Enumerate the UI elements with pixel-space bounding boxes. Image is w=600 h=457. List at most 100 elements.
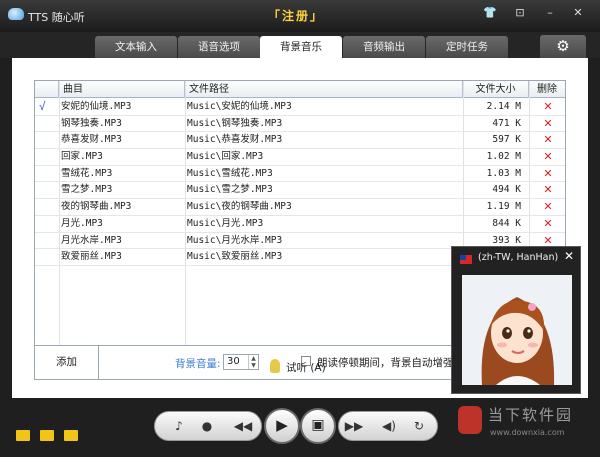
track-path: Music\雪之梦.MP3 bbox=[187, 184, 273, 196]
track-name: 钢琴独奏.MP3 bbox=[61, 117, 122, 129]
paste-icon[interactable] bbox=[40, 430, 54, 441]
delete-icon[interactable]: ✕ bbox=[531, 99, 565, 115]
delete-icon[interactable]: ✕ bbox=[531, 182, 565, 198]
table-row[interactable]: 回家.MP3 Music\回家.MP3 1.02 M ✕ bbox=[35, 149, 565, 166]
flag-icon bbox=[460, 255, 472, 264]
delete-icon[interactable]: ✕ bbox=[531, 166, 565, 182]
track-size: 1.02 M bbox=[486, 151, 521, 163]
table-row[interactable]: √ 安妮的仙境.MP3 Music\安妮的仙境.MP3 2.14 M ✕ bbox=[35, 99, 565, 116]
track-name: 安妮的仙境.MP3 bbox=[61, 101, 132, 112]
forward-button[interactable]: ▶▶ bbox=[343, 412, 365, 440]
close-button[interactable]: ✕ bbox=[570, 6, 586, 19]
mini-mode-icon[interactable]: ⊡ bbox=[512, 6, 528, 19]
track-size: 844 K bbox=[492, 217, 521, 229]
skin-icon[interactable]: 👕 bbox=[482, 6, 498, 19]
header-size[interactable]: 文件大小 bbox=[463, 81, 529, 98]
track-size: 1.19 M bbox=[486, 201, 521, 213]
header-delete[interactable]: 删除 bbox=[529, 81, 565, 98]
playing-check-icon bbox=[39, 249, 57, 265]
track-path: Music\雪绒花.MP3 bbox=[187, 167, 273, 179]
tab-background-music[interactable]: 背景音乐 bbox=[260, 36, 342, 58]
track-path: Music\月光.MP3 bbox=[187, 217, 264, 229]
keyboard-icon[interactable] bbox=[64, 430, 78, 441]
volume-icon[interactable]: ◀) bbox=[379, 412, 399, 440]
auto-boost-label: 朗读停顿期间，背景自动增强 bbox=[317, 357, 454, 369]
watermark: 当下软件园 www.downxia.com bbox=[452, 404, 592, 444]
table-body: √ 安妮的仙境.MP3 Music\安妮的仙境.MP3 2.14 M ✕ 钢琴独… bbox=[35, 99, 565, 266]
player-controls-left: ♪ ● ◀◀ bbox=[154, 411, 262, 441]
volume-stepper[interactable]: 30 ▲ ▼ bbox=[223, 354, 259, 370]
track-path: Music\安妮的仙境.MP3 bbox=[187, 101, 292, 112]
track-name: 月光.MP3 bbox=[61, 217, 103, 229]
delete-icon[interactable]: ✕ bbox=[531, 116, 565, 132]
table-row[interactable]: 夜的钢琴曲.MP3 Music\夜的钢琴曲.MP3 1.19 M ✕ bbox=[35, 199, 565, 216]
settings-button[interactable]: ⚙ bbox=[540, 35, 586, 58]
tab-audio-output[interactable]: 音频输出 bbox=[343, 36, 425, 58]
playing-check-icon bbox=[39, 149, 57, 165]
volume-value: 30 bbox=[227, 356, 240, 367]
avatar-illustration bbox=[481, 297, 555, 385]
track-path: Music\恭喜发财.MP3 bbox=[187, 134, 283, 146]
delete-icon[interactable]: ✕ bbox=[531, 199, 565, 215]
volume-label: 背景音量: bbox=[175, 358, 221, 370]
table-row[interactable]: 月光.MP3 Music\月光.MP3 844 K ✕ bbox=[35, 216, 565, 233]
music-icon[interactable]: ♪ bbox=[169, 412, 189, 440]
watermark-text: 当下软件园 bbox=[488, 406, 574, 424]
playing-check-icon bbox=[39, 233, 57, 249]
header-path[interactable]: 文件路径 bbox=[185, 81, 463, 98]
watermark-url: www.downxia.com bbox=[490, 428, 565, 437]
track-name: 雪之梦.MP3 bbox=[61, 184, 113, 196]
player-controls-right: ▶▶ ◀) ↻ bbox=[338, 411, 438, 441]
save-icon[interactable]: ▣ bbox=[300, 408, 336, 444]
track-size: 471 K bbox=[492, 117, 521, 129]
add-button[interactable]: 添加 bbox=[35, 346, 99, 379]
table-row[interactable]: 钢琴独奏.MP3 Music\钢琴独奏.MP3 471 K ✕ bbox=[35, 116, 565, 133]
table-row[interactable]: 恭喜发财.MP3 Music\恭喜发财.MP3 597 K ✕ bbox=[35, 132, 565, 150]
playing-check-icon: √ bbox=[39, 100, 46, 113]
register-link[interactable]: 「注册」 bbox=[268, 7, 324, 24]
track-path: Music\回家.MP3 bbox=[187, 151, 264, 163]
table-row[interactable]: 雪绒花.MP3 Music\雪绒花.MP3 1.03 M ✕ bbox=[35, 166, 565, 183]
minimize-button[interactable]: – bbox=[542, 6, 558, 19]
title-bar: TTS 随心听 「注册」 👕 ⊡ – ✕ bbox=[0, 0, 600, 32]
delete-icon[interactable]: ✕ bbox=[531, 216, 565, 232]
rewind-button[interactable]: ◀◀ bbox=[231, 412, 255, 440]
track-size: 2.14 M bbox=[486, 101, 521, 112]
app-title: TTS 随心听 bbox=[28, 11, 85, 24]
track-size: 494 K bbox=[492, 184, 521, 196]
gear-icon: ⚙ bbox=[556, 37, 570, 55]
voice-name: (zh-TW, HanHan) bbox=[478, 252, 559, 263]
header-check bbox=[35, 81, 59, 98]
tab-voice-options[interactable]: 语音选项 bbox=[178, 36, 260, 58]
playing-check-icon bbox=[39, 116, 57, 132]
ear-icon bbox=[270, 359, 280, 373]
popup-close-button[interactable]: ✕ bbox=[564, 249, 574, 263]
track-name: 回家.MP3 bbox=[61, 151, 103, 163]
repeat-icon[interactable]: ↻ bbox=[409, 412, 429, 440]
track-name: 致爱丽丝.MP3 bbox=[61, 251, 122, 263]
play-button[interactable]: ▶ bbox=[264, 408, 300, 444]
playing-check-icon bbox=[39, 132, 57, 148]
preview-label: 试听 (A) bbox=[286, 362, 326, 374]
delete-icon[interactable]: ✕ bbox=[531, 149, 565, 165]
track-path: Music\致爱丽丝.MP3 bbox=[187, 251, 283, 263]
voice-avatar-popup: (zh-TW, HanHan) ✕ bbox=[451, 246, 581, 394]
tab-text-input[interactable]: 文本输入 bbox=[95, 36, 177, 58]
playing-check-icon bbox=[39, 199, 57, 215]
track-path: Music\夜的钢琴曲.MP3 bbox=[187, 201, 292, 213]
delete-icon[interactable]: ✕ bbox=[531, 132, 565, 148]
spin-arrows-icon[interactable]: ▲ ▼ bbox=[248, 355, 258, 369]
table-row[interactable]: 雪之梦.MP3 Music\雪之梦.MP3 494 K ✕ bbox=[35, 182, 565, 200]
track-name: 雪绒花.MP3 bbox=[61, 167, 113, 179]
playing-check-icon bbox=[39, 166, 57, 182]
tab-bar: 文本输入 语音选项 背景音乐 音频输出 定时任务 bbox=[0, 32, 600, 58]
table-header: 曲目 文件路径 文件大小 删除 bbox=[35, 81, 565, 98]
track-name: 恭喜发财.MP3 bbox=[61, 134, 122, 146]
header-name[interactable]: 曲目 bbox=[59, 81, 185, 98]
clipboard-icon[interactable] bbox=[16, 430, 30, 441]
tab-scheduled-tasks[interactable]: 定时任务 bbox=[426, 36, 508, 58]
app-logo-icon bbox=[8, 8, 24, 20]
track-name: 夜的钢琴曲.MP3 bbox=[61, 201, 132, 213]
track-size: 597 K bbox=[492, 134, 521, 146]
speaker-voice-icon[interactable]: ● bbox=[197, 412, 217, 440]
